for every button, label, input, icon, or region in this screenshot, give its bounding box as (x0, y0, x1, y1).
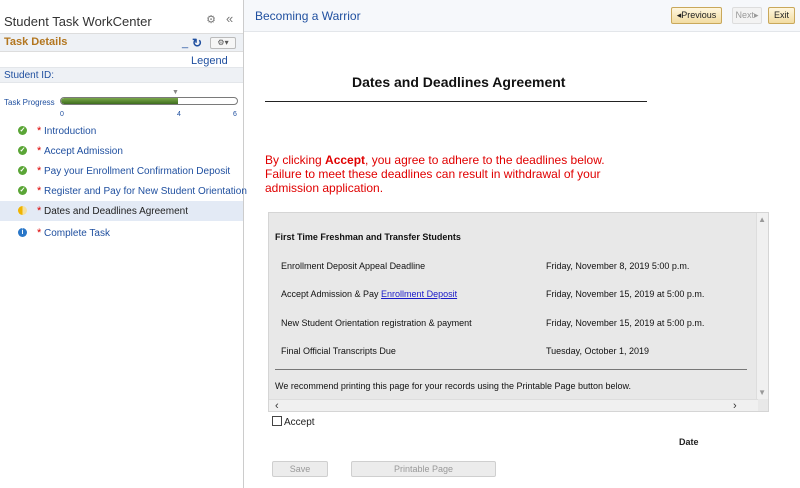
task-details-title: Task Details (4, 36, 68, 48)
step-complete-task[interactable]: i * Complete Task (0, 223, 243, 243)
exit-button[interactable]: Exit (768, 7, 795, 24)
step-dates-deadlines[interactable]: * Dates and Deadlines Agreement (0, 201, 243, 221)
progress-tick-0: 0 (60, 111, 64, 118)
check-icon: ✓ (18, 186, 27, 195)
step-register-orientation[interactable]: ✓ * Register and Pay for New Student Ori… (0, 181, 247, 201)
collapse-icon[interactable]: « (226, 11, 233, 26)
check-icon: ✓ (18, 126, 27, 135)
student-id-row: Student ID: (0, 67, 243, 83)
half-circle-icon (18, 206, 27, 215)
agreement-title: Dates and Deadlines Agreement (352, 74, 566, 90)
enrollment-deposit-link[interactable]: Enrollment Deposit (381, 289, 457, 299)
task-steps-list: ✓ * Introduction ✓ * Accept Admission ✓ … (0, 121, 247, 243)
deadline-date: Friday, November 8, 2019 5:00 p.m. (546, 261, 690, 271)
required-mark: * (37, 205, 42, 217)
task-workcenter-sidebar: Student Task WorkCenter ⚙ « Task Details… (0, 0, 247, 488)
legend-link[interactable]: Legend (191, 55, 228, 67)
minimize-icon[interactable]: _ (182, 37, 188, 49)
page-title: Becoming a Warrior (255, 9, 361, 23)
deadlines-scroll-box[interactable]: First Time Freshman and Transfer Student… (268, 212, 769, 412)
required-mark: * (37, 185, 42, 197)
task-progress-fill (61, 98, 179, 104)
date-label: Date (679, 437, 699, 447)
print-recommendation-note: We recommend printing this page for your… (275, 381, 632, 391)
accept-checkbox[interactable] (272, 416, 282, 426)
step-label: Dates and Deadlines Agreement (44, 206, 188, 217)
step-pay-deposit[interactable]: ✓ * Pay your Enrollment Confirmation Dep… (0, 161, 243, 181)
progress-marker-icon: ▼ (172, 89, 179, 96)
accept-warning-text: By clicking Accept, you agree to adhere … (265, 153, 625, 195)
progress-tick-6: 6 (233, 111, 237, 118)
check-icon: ✓ (18, 146, 27, 155)
step-label[interactable]: Accept Admission (44, 146, 123, 157)
warning-prefix: By clicking (265, 153, 326, 167)
vertical-scrollbar[interactable]: ▲ ▼ (756, 213, 768, 399)
required-mark: * (37, 125, 42, 137)
warning-accept-word: Accept (325, 153, 366, 167)
scroll-left-icon[interactable]: ‹ (275, 400, 279, 412)
step-label[interactable]: Pay your Enrollment Confirmation Deposit (44, 166, 230, 177)
progress-tick-4: 4 (177, 111, 181, 118)
previous-button[interactable]: ◂Previous (671, 7, 722, 24)
deadline-name: New Student Orientation registration & p… (281, 318, 472, 328)
info-icon: i (18, 228, 27, 237)
step-accept-admission[interactable]: ✓ * Accept Admission (0, 141, 243, 161)
save-button: Save (272, 461, 328, 477)
task-details-bar: Task Details _ ↻ ⚙▾ (0, 34, 243, 52)
step-introduction[interactable]: ✓ * Introduction (0, 121, 243, 141)
workcenter-header: Student Task WorkCenter ⚙ « (0, 0, 243, 34)
student-id-label: Student ID: (4, 70, 55, 81)
deadline-name: Accept Admission & Pay Enrollment Deposi… (281, 289, 457, 299)
actions-menu-button[interactable]: ⚙▾ (210, 37, 236, 49)
required-mark: * (37, 227, 42, 239)
gear-icon[interactable]: ⚙ (205, 14, 217, 26)
deadlines-header: First Time Freshman and Transfer Student… (275, 232, 461, 242)
scroll-up-icon[interactable]: ▲ (758, 215, 766, 224)
refresh-icon[interactable]: ↻ (192, 36, 202, 50)
task-progress-bar (60, 97, 238, 105)
next-button: Next▸ (732, 7, 762, 24)
step-label[interactable]: Complete Task (44, 228, 110, 239)
deadline-name: Final Official Transcripts Due (281, 346, 396, 356)
deadline-date: Friday, November 15, 2019 at 5:00 p.m. (546, 318, 705, 328)
workcenter-title: Student Task WorkCenter (4, 14, 152, 29)
accept-checkbox-label[interactable]: Accept (284, 417, 315, 428)
task-progress-label: Task Progress (4, 98, 55, 107)
title-divider (265, 101, 647, 102)
page-header-bar: Becoming a Warrior ◂Previous Next▸ Exit (244, 0, 800, 32)
printable-page-button: Printable Page (351, 461, 496, 477)
scroll-right-icon[interactable]: › (733, 400, 737, 412)
required-mark: * (37, 165, 42, 177)
deadlines-divider (275, 369, 747, 370)
main-content: Becoming a Warrior ◂Previous Next▸ Exit … (244, 0, 800, 488)
required-mark: * (37, 145, 42, 157)
check-icon: ✓ (18, 166, 27, 175)
deadline-date: Tuesday, October 1, 2019 (546, 346, 650, 356)
step-label[interactable]: Introduction (44, 126, 96, 137)
deadline-name: Enrollment Deposit Appeal Deadline (281, 261, 426, 271)
deadline-date: Friday, November 15, 2019 at 5:00 p.m. (546, 289, 705, 299)
horizontal-scrollbar[interactable]: ‹ › (269, 399, 758, 412)
step-label[interactable]: Register and Pay for New Student Orienta… (44, 186, 247, 197)
deadline-name-text: Accept Admission & Pay (281, 289, 382, 299)
scroll-down-icon[interactable]: ▼ (758, 388, 766, 397)
